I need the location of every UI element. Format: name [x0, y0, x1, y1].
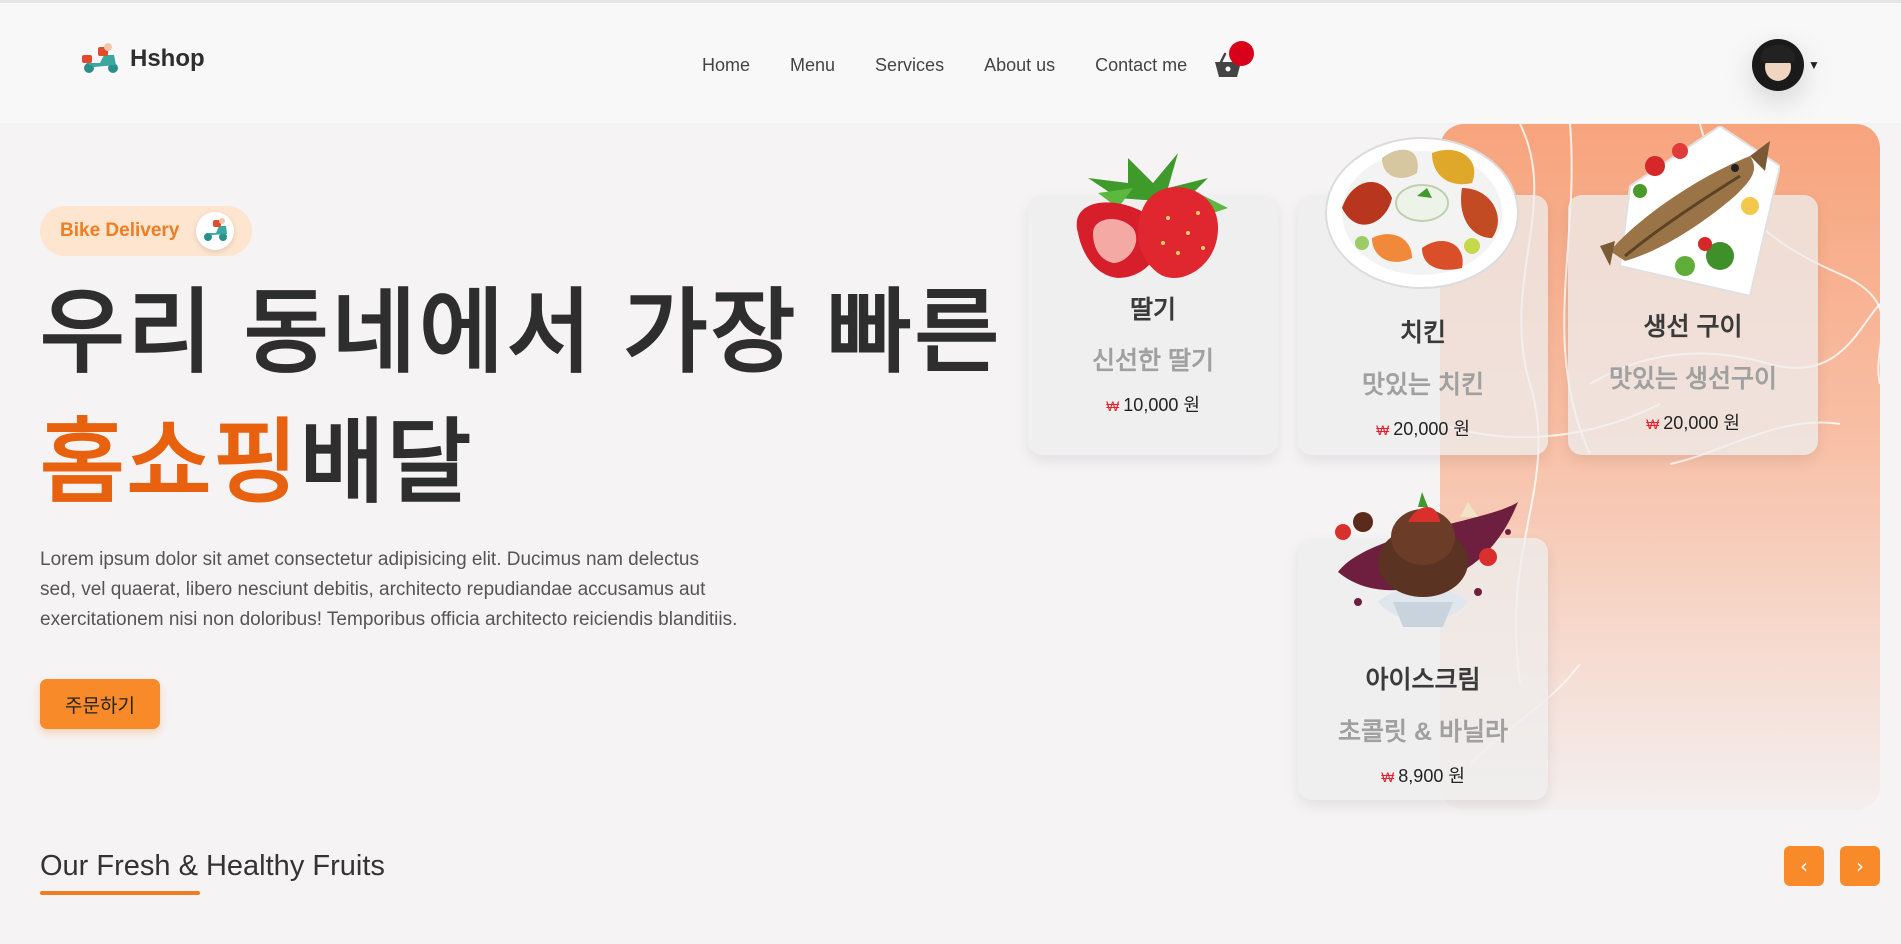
- nav-about[interactable]: About us: [984, 55, 1055, 76]
- card-price: ₩10,000 원: [1106, 395, 1200, 415]
- user-menu[interactable]: ▼: [1752, 39, 1820, 91]
- order-button[interactable]: 주문하기: [40, 679, 160, 729]
- nav-menu[interactable]: Menu: [790, 55, 835, 76]
- card-title: 치킨: [1399, 319, 1446, 347]
- won-icon: ₩: [1646, 416, 1660, 432]
- won-icon: ₩: [1376, 422, 1390, 438]
- card-title: 아이스크림: [1365, 666, 1481, 694]
- nav-home[interactable]: Home: [702, 55, 750, 76]
- badge-label: Bike Delivery: [60, 220, 180, 241]
- grilled-fish-image: [1600, 124, 1782, 301]
- carousel-next-button[interactable]: ›: [1840, 846, 1880, 886]
- cart-badge: [1229, 41, 1254, 66]
- brand-name: Hshop: [130, 45, 205, 72]
- hero-headline-line1: 우리 동네에서 가장 빠른: [40, 282, 1003, 384]
- section-underline: [40, 891, 200, 895]
- card-description: 맛있는 생선구이: [1609, 365, 1777, 393]
- hero-description: Lorem ipsum dolor sit amet consectetur a…: [40, 549, 738, 630]
- carousel-prev-button[interactable]: ‹: [1784, 846, 1824, 886]
- card-description: 신선한 딸기: [1092, 347, 1214, 375]
- delivery-scooter-icon: [196, 212, 234, 250]
- main-nav: Home Menu Services About us Contact me: [702, 55, 1187, 76]
- card-description: 맛있는 치킨: [1362, 371, 1484, 399]
- won-icon: ₩: [1381, 769, 1395, 785]
- ice-cream-image: [1318, 462, 1528, 652]
- card-title: 딸기: [1129, 296, 1176, 324]
- card-title: 생선 구이: [1643, 313, 1743, 341]
- bike-delivery-badge: Bike Delivery: [40, 206, 252, 256]
- chicken-platter-image: [1322, 128, 1522, 298]
- brand-logo[interactable]: Hshop: [80, 41, 205, 77]
- card-price: ₩20,000 원: [1646, 413, 1740, 433]
- hero-headline-line2: 홈쇼핑배달: [40, 408, 473, 518]
- won-icon: ₩: [1106, 398, 1120, 414]
- hero-headline-rest: 배달: [299, 412, 474, 514]
- section-title: Our Fresh & Healthy Fruits: [40, 850, 385, 882]
- top-header: Hshop Home Menu Services About us Contac…: [0, 0, 1901, 123]
- nav-contact[interactable]: Contact me: [1095, 55, 1187, 76]
- nav-services[interactable]: Services: [875, 55, 944, 76]
- card-price: ₩20,000 원: [1376, 419, 1470, 439]
- delivery-scooter-icon: [80, 41, 122, 77]
- strawberry-image: [1058, 138, 1253, 293]
- chevron-down-icon[interactable]: ▼: [1808, 58, 1820, 72]
- card-price: ₩8,900 원: [1381, 766, 1465, 786]
- card-description: 초콜릿 & 바닐라: [1338, 718, 1508, 746]
- hero-headline-accent: 홈쇼핑: [40, 412, 300, 514]
- avatar[interactable]: [1752, 39, 1804, 91]
